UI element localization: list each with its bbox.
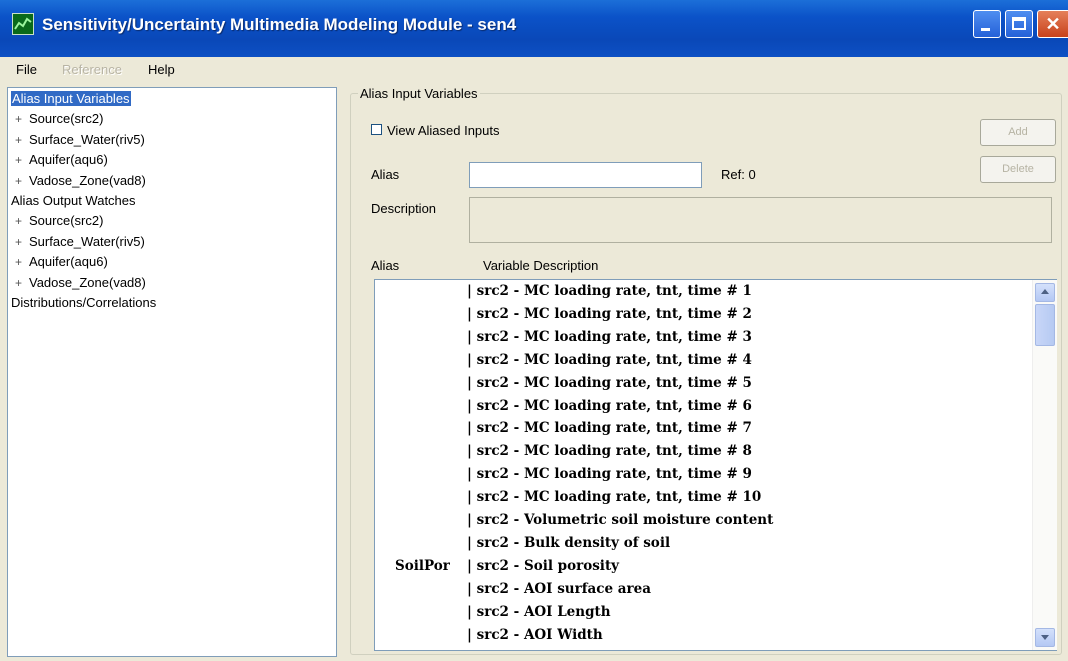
- variable-list[interactable]: | src2 - MC loading rate, tnt, time # 1 |…: [374, 279, 1057, 651]
- list-scrollbar[interactable]: [1032, 280, 1057, 650]
- menu-help[interactable]: Help: [148, 62, 175, 77]
- tree-item-label: Vadose_Zone(vad8): [29, 274, 146, 290]
- list-item-description: | src2 - MC loading rate, tnt, time # 2: [467, 305, 752, 322]
- navigation-tree[interactable]: Alias Input Variables + Source(src2) + Surfa…: [7, 87, 337, 657]
- tree-item[interactable]: + Source(src2): [15, 213, 103, 228]
- alias-input[interactable]: [469, 162, 702, 188]
- tree-item[interactable]: + Source(src2): [15, 111, 103, 126]
- tree-item[interactable]: Alias Input Variables: [11, 91, 131, 106]
- tree-item[interactable]: + Aquifer(aqu6): [15, 254, 108, 269]
- close-icon: ✕: [1045, 14, 1061, 34]
- tree-item-label: Distributions/Correlations: [11, 295, 157, 310]
- list-item-description: | src2 - Bulk density of soil: [467, 534, 671, 551]
- tree-item[interactable]: + Vadose_Zone(vad8): [15, 275, 146, 290]
- app-icon: [12, 13, 34, 35]
- tree-item[interactable]: Distributions/Correlations: [11, 295, 156, 310]
- maximize-button[interactable]: [1005, 10, 1033, 38]
- window-title: Sensitivity/Uncertainty Multimedia Model…: [42, 15, 517, 34]
- close-button[interactable]: ✕: [1037, 10, 1068, 38]
- tree-item[interactable]: + Vadose_Zone(vad8): [15, 173, 146, 188]
- expand-icon[interactable]: +: [15, 174, 29, 188]
- expand-icon[interactable]: +: [15, 153, 29, 167]
- delete-button[interactable]: Delete: [980, 156, 1056, 183]
- tree-item-label: Aquifer(aqu6): [29, 254, 108, 270]
- list-item-description: | src2 - AOI Length: [467, 603, 611, 620]
- list-item-description: | src2 - MC loading rate, tnt, time # 10: [467, 489, 762, 506]
- menu-file[interactable]: File: [16, 62, 37, 77]
- list-item-description: | src2 - MC loading rate, tnt, time # 8: [467, 443, 752, 460]
- minimize-button[interactable]: [973, 10, 1001, 38]
- scroll-thumb[interactable]: [1035, 304, 1055, 346]
- tree-item-label: Source(src2): [29, 213, 104, 229]
- maximize-icon: [1012, 17, 1026, 30]
- add-button[interactable]: Add: [980, 119, 1056, 146]
- list-item-description: | src2 - MC loading rate, tnt, time # 6: [467, 397, 752, 414]
- list-item-alias: SoilPor: [395, 557, 450, 574]
- tree-item[interactable]: + Surface_Water(riv5): [15, 132, 145, 147]
- list-item-description: | src2 - MC loading rate, tnt, time # 5: [467, 374, 752, 391]
- tree-item-label: Surface_Water(riv5): [29, 131, 145, 147]
- list-item-description: | src2 - Volumetric soil moisture conten…: [467, 512, 774, 528]
- alias-label: Alias: [371, 167, 400, 182]
- expand-icon[interactable]: +: [15, 255, 29, 269]
- list-item-description: | src2 - Soil porosity: [467, 557, 620, 574]
- minimize-icon: [981, 28, 990, 31]
- menu-reference: Reference: [62, 62, 122, 77]
- list-item-description: | src2 - MC loading rate, tnt, time # 4: [467, 351, 752, 368]
- expand-icon[interactable]: +: [15, 235, 29, 249]
- tree-item-label: Source(src2): [29, 111, 104, 127]
- list-item-description: | src2 - MC loading rate, tnt, time # 1: [467, 283, 752, 299]
- group-legend: Alias Input Variables: [358, 86, 480, 101]
- tree-item-label: Alias Input Variables: [11, 91, 131, 106]
- ref-label: Ref: 0: [721, 167, 756, 182]
- list-item-description: | src2 - MC loading rate, tnt, time # 3: [467, 328, 752, 345]
- tree-item-label: Surface_Water(riv5): [29, 233, 145, 249]
- expand-icon[interactable]: +: [15, 133, 29, 147]
- tree-item[interactable]: + Surface_Water(riv5): [15, 234, 145, 249]
- scroll-up-icon[interactable]: [1035, 283, 1055, 302]
- tree-item-label: Vadose_Zone(vad8): [29, 172, 146, 188]
- column-header-alias: Alias: [371, 258, 400, 273]
- checkbox-box[interactable]: [371, 124, 382, 135]
- tree-item[interactable]: Alias Output Watches: [11, 193, 136, 208]
- expand-icon[interactable]: +: [15, 112, 29, 126]
- tree-item-label: Aquifer(aqu6): [29, 152, 108, 168]
- tree-item[interactable]: + Aquifer(aqu6): [15, 152, 108, 167]
- list-item-description: | src2 - MC loading rate, tnt, time # 9: [467, 466, 752, 483]
- description-label: Description: [371, 201, 437, 216]
- tree-item-label: Alias Output Watches: [11, 193, 136, 208]
- expand-icon[interactable]: +: [15, 214, 29, 228]
- menu-bar: File Reference Help: [0, 57, 1068, 84]
- description-field: [469, 197, 1052, 243]
- view-aliased-label: View Aliased Inputs: [387, 123, 500, 138]
- scroll-down-icon[interactable]: [1035, 628, 1055, 647]
- column-header-variable-description: Variable Description: [483, 258, 599, 273]
- list-item-description: | src2 - MC loading rate, tnt, time # 7: [467, 420, 752, 437]
- expand-icon[interactable]: +: [15, 276, 29, 290]
- list-item-description: | src2 - AOI Width: [467, 626, 603, 643]
- list-item-description: | src2 - AOI surface area: [467, 580, 651, 597]
- title-bar[interactable]: Sensitivity/Uncertainty Multimedia Model…: [0, 0, 1068, 57]
